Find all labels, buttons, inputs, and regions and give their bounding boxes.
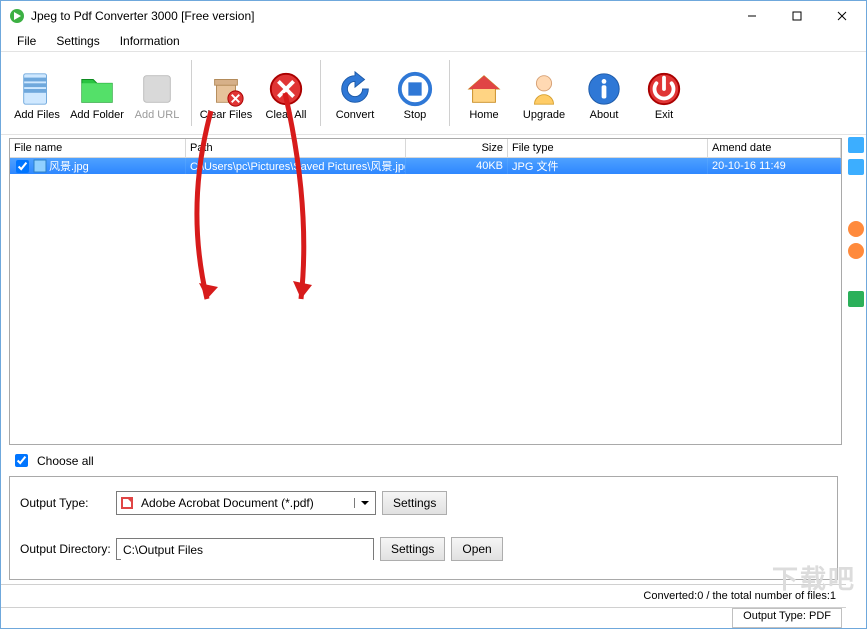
toolbar-separator [320, 60, 321, 126]
about-button[interactable]: About [574, 54, 634, 132]
toolbar: Add Files Add Folder Add URL Clear Files… [1, 51, 866, 135]
exit-icon [644, 69, 684, 109]
toolbar-separator [191, 60, 192, 126]
side-btn-5[interactable] [848, 291, 864, 307]
output-dir-label: Output Directory: [20, 542, 116, 556]
folder-icon [77, 69, 117, 109]
toolbar-label: Upgrade [523, 109, 565, 121]
list-header: File name Path Size File type Amend date [10, 139, 841, 158]
col-file-type[interactable]: File type [508, 139, 708, 157]
status-bar-2: Output Type: PDF [1, 607, 846, 628]
file-list[interactable]: File name Path Size File type Amend date… [9, 138, 842, 445]
side-btn-3[interactable] [848, 221, 864, 237]
side-btn-1[interactable] [848, 137, 864, 153]
home-button[interactable]: Home [454, 54, 514, 132]
upgrade-button[interactable]: Upgrade [514, 54, 574, 132]
toolbar-label: Convert [336, 109, 375, 121]
add-files-button[interactable]: Add Files [7, 54, 67, 132]
upgrade-icon [524, 69, 564, 109]
clear-all-button[interactable]: Clear All [256, 54, 316, 132]
cell-type: JPG 文件 [508, 158, 708, 174]
col-file-name[interactable]: File name [10, 139, 186, 157]
files-icon [17, 69, 57, 109]
app-icon [9, 8, 25, 24]
output-type-label: Output Type: [20, 496, 116, 510]
url-icon [137, 69, 177, 109]
menu-file[interactable]: File [7, 32, 46, 50]
convert-icon [335, 69, 375, 109]
menubar: File Settings Information [1, 31, 866, 51]
home-icon [464, 69, 504, 109]
maximize-button[interactable] [774, 1, 819, 31]
output-type-settings-button[interactable]: Settings [382, 491, 447, 515]
toolbar-label: About [590, 109, 619, 121]
output-dir-open-button[interactable]: Open [451, 537, 502, 561]
toolbar-label: Exit [655, 109, 673, 121]
cell-file-name: 风景.jpg [10, 158, 186, 174]
output-dir-settings-button[interactable]: Settings [380, 537, 445, 561]
cell-size: 40KB [406, 158, 508, 174]
toolbar-label: Stop [404, 109, 427, 121]
choose-all-checkbox[interactable] [15, 454, 28, 467]
toolbar-label: Home [469, 109, 498, 121]
toolbar-label: Add Files [14, 109, 60, 121]
output-dir-input[interactable] [116, 538, 374, 560]
toolbar-label: Clear All [266, 109, 307, 121]
side-btn-4[interactable] [848, 243, 864, 259]
menu-settings[interactable]: Settings [46, 32, 109, 50]
col-size[interactable]: Size [406, 139, 508, 157]
cell-path: C:\Users\pc\Pictures\Saved Pictures\风景.j… [186, 158, 406, 174]
status-summary: Converted:0 / the total number of files:… [643, 590, 846, 602]
list-row[interactable]: 风景.jpg C:\Users\pc\Pictures\Saved Pictur… [10, 158, 841, 174]
toolbar-label: Add URL [135, 109, 180, 121]
clear-files-icon [206, 69, 246, 109]
output-type-value: Adobe Acrobat Document (*.pdf) [137, 496, 354, 510]
stop-icon [395, 69, 435, 109]
status-bar: Converted:0 / the total number of files:… [1, 584, 846, 607]
toolbar-label: Clear Files [200, 109, 253, 121]
status-output-type: Output Type: PDF [732, 608, 842, 628]
cell-date: 20-10-16 11:49 [708, 158, 841, 174]
clear-files-button[interactable]: Clear Files [196, 54, 256, 132]
menu-information[interactable]: Information [110, 32, 190, 50]
choose-all-label: Choose all [37, 454, 94, 468]
toolbar-label: Add Folder [70, 109, 124, 121]
about-icon [584, 69, 624, 109]
col-path[interactable]: Path [186, 139, 406, 157]
clear-all-icon [266, 69, 306, 109]
window-title: Jpeg to Pdf Converter 3000 [Free version… [31, 9, 729, 23]
pdf-type-icon [117, 495, 137, 511]
stop-button[interactable]: Stop [385, 54, 445, 132]
output-type-combo[interactable]: Adobe Acrobat Document (*.pdf) [116, 491, 376, 515]
toolbar-separator [449, 60, 450, 126]
side-toolbar [846, 135, 866, 628]
add-folder-button[interactable]: Add Folder [67, 54, 127, 132]
convert-button[interactable]: Convert [325, 54, 385, 132]
minimize-button[interactable] [729, 1, 774, 31]
titlebar: Jpeg to Pdf Converter 3000 [Free version… [1, 1, 866, 31]
exit-button[interactable]: Exit [634, 54, 694, 132]
col-amend-date[interactable]: Amend date [708, 139, 841, 157]
dropdown-arrow-icon[interactable] [354, 498, 375, 508]
row-checkbox[interactable] [16, 160, 29, 173]
file-icon [33, 159, 47, 173]
side-btn-2[interactable] [848, 159, 864, 175]
output-panel: Output Type: Adobe Acrobat Document (*.p… [9, 476, 838, 580]
choose-all-row: Choose all [1, 447, 846, 472]
add-url-button[interactable]: Add URL [127, 54, 187, 132]
close-button[interactable] [819, 1, 864, 31]
